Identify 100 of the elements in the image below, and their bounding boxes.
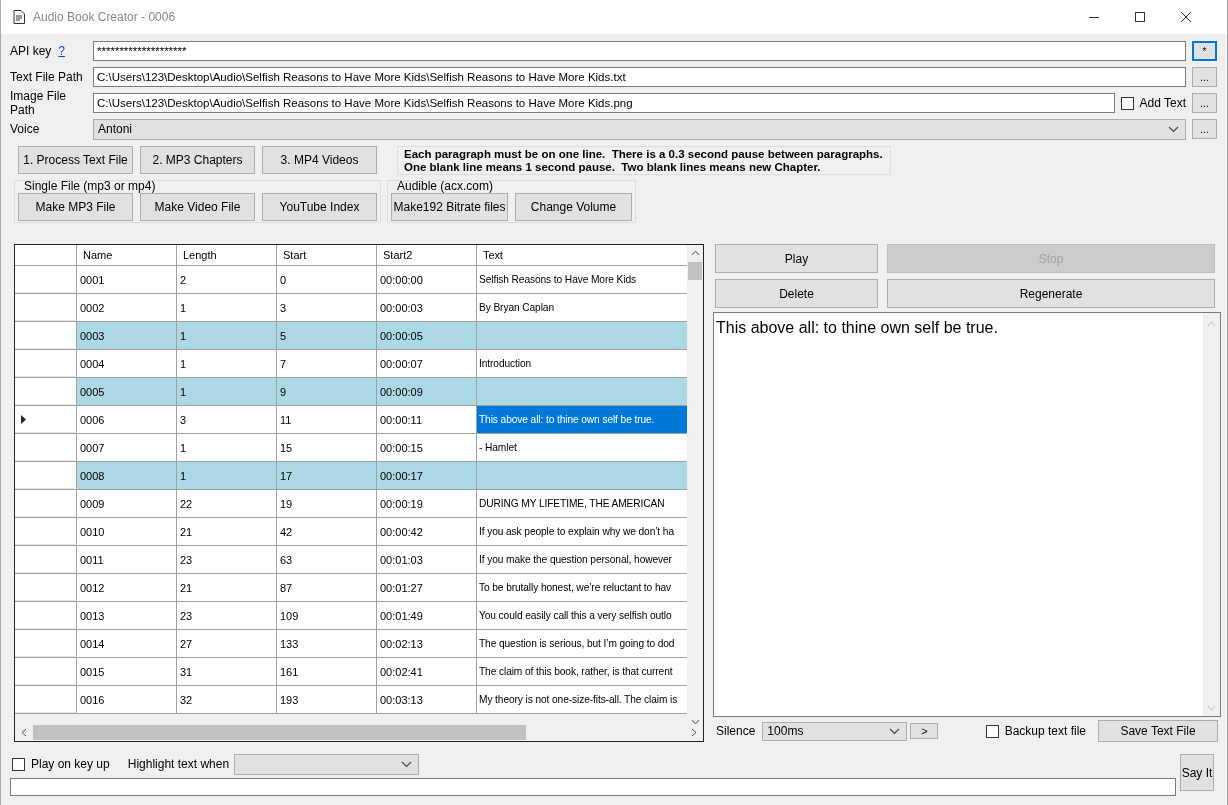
vertical-scrollbar[interactable] xyxy=(1203,313,1220,716)
table-cell: 11 xyxy=(277,406,377,433)
table-cell: 1 xyxy=(177,434,277,461)
table-cell: 0011 xyxy=(77,546,177,573)
browse-button[interactable]: ... xyxy=(1192,67,1217,87)
table-cell: 19 xyxy=(277,490,377,517)
say-it-button[interactable]: Say It xyxy=(1180,754,1214,791)
action-button[interactable]: Regenerate xyxy=(887,279,1215,308)
save-button[interactable]: Save Text File xyxy=(1098,720,1218,742)
row-header[interactable] xyxy=(15,378,77,405)
silence-label: Silence xyxy=(716,724,756,738)
field-label: Text File Path xyxy=(10,70,83,84)
table-cell: 161 xyxy=(277,658,377,685)
row-header[interactable] xyxy=(15,434,77,461)
scrollbar-thumb[interactable] xyxy=(33,725,526,740)
text-field[interactable] xyxy=(10,778,1176,796)
action-button[interactable]: Make Video File xyxy=(140,193,255,221)
row-header[interactable] xyxy=(15,630,77,657)
action-button[interactable]: Make192 Bitrate files xyxy=(391,193,508,221)
table-cell: 0004 xyxy=(77,350,177,377)
table-cell: 1 xyxy=(177,462,277,489)
table-cell: 00:02:13 xyxy=(377,630,477,657)
voice-dropdown[interactable]: Antoni xyxy=(93,118,1186,140)
row-header[interactable] xyxy=(15,574,77,601)
table-cell: 1 xyxy=(177,378,277,405)
table-cell: 63 xyxy=(277,546,377,573)
chevron-right-icon xyxy=(691,728,697,737)
row-header[interactable] xyxy=(15,602,77,629)
action-button[interactable]: Play xyxy=(715,244,878,273)
action-button[interactable]: Delete xyxy=(715,279,878,308)
table-cell: 23 xyxy=(177,602,277,629)
browse-button[interactable]: * xyxy=(1192,41,1217,61)
group-title: Audible (acx.com) xyxy=(397,180,495,192)
table-cell: 22 xyxy=(177,490,277,517)
browse-button[interactable]: ... xyxy=(1192,93,1217,113)
table-cell: 0001 xyxy=(77,266,177,293)
vertical-scrollbar[interactable] xyxy=(687,245,703,725)
table-cell: 0002 xyxy=(77,294,177,321)
row-header[interactable] xyxy=(15,546,77,573)
scrollbar-thumb[interactable] xyxy=(688,262,702,280)
table-cell: This above all: to thine own self be true. xyxy=(477,406,688,433)
checkbox-label: Backup text file xyxy=(1004,724,1086,738)
help-link[interactable]: ? xyxy=(58,44,66,58)
chevron-down-icon xyxy=(889,727,901,735)
chevron-down-icon xyxy=(401,760,413,768)
table-cell: 0006 xyxy=(77,406,177,433)
table-cell: 3 xyxy=(177,406,277,433)
chevron-up-icon xyxy=(1207,321,1216,327)
field-label: Highlight text when xyxy=(127,757,230,771)
path-field[interactable]: C:\Users\123\Desktop\Audio\Selfish Reasons to Have More Kids\Selfish Reasons to Have More Kids.txt xyxy=(93,67,1186,87)
path-field[interactable]: C:\Users\123\Desktop\Audio\Selfish Reasons to Have More Kids\Selfish Reasons to Have More Kids.png xyxy=(93,93,1115,113)
chevron-up-icon xyxy=(690,250,700,256)
instruction-text: One blank line means 1 second pause. Two blank lines means new Chapter. xyxy=(404,161,822,174)
table-cell: 0012 xyxy=(77,574,177,601)
table-cell: 00:00:00 xyxy=(377,266,477,293)
checkbox[interactable] xyxy=(985,724,999,738)
row-header[interactable] xyxy=(15,406,77,433)
table-cell: 00:00:11 xyxy=(377,406,477,433)
table-cell: 87 xyxy=(277,574,377,601)
row-header[interactable] xyxy=(15,462,77,489)
table-cell: 0016 xyxy=(77,686,177,713)
close-icon xyxy=(1181,12,1191,22)
row-header[interactable] xyxy=(15,322,77,349)
editor-text: This above all: to thine own self be true. xyxy=(715,318,999,338)
table-cell: 00:00:15 xyxy=(377,434,477,461)
checkbox[interactable] xyxy=(12,757,25,771)
row-header[interactable] xyxy=(15,658,77,685)
action-button[interactable]: YouTube Index xyxy=(262,193,377,221)
row-header[interactable] xyxy=(15,518,77,545)
table-cell: 00:01:49 xyxy=(377,602,477,629)
table-cell: 21 xyxy=(177,574,277,601)
next-button[interactable]: > xyxy=(910,723,939,739)
table-cell: 00:00:19 xyxy=(377,490,477,517)
table-cell: 0007 xyxy=(77,434,177,461)
table-cell: 0015 xyxy=(77,658,177,685)
browse-button[interactable]: ... xyxy=(1192,119,1217,139)
action-button[interactable]: 3. MP4 Videos xyxy=(262,146,377,174)
row-header[interactable] xyxy=(15,266,77,293)
action-button[interactable]: 1. Process Text File xyxy=(18,146,133,174)
table-cell: 7 xyxy=(277,350,377,377)
row-header[interactable] xyxy=(15,490,77,517)
api-key-field[interactable]: ******************** xyxy=(93,41,1186,61)
silence-dropdown[interactable]: 100ms xyxy=(762,721,908,741)
row-header[interactable] xyxy=(15,686,77,713)
row-header[interactable] xyxy=(15,350,77,377)
action-button[interactable]: 2. MP3 Chapters xyxy=(140,146,255,174)
table-cell: 1 xyxy=(177,322,277,349)
row-header[interactable] xyxy=(15,294,77,321)
table-cell: 0013 xyxy=(77,602,177,629)
checkbox[interactable] xyxy=(1120,96,1134,110)
action-button[interactable]: Make MP3 File xyxy=(18,193,133,221)
table-cell: 0008 xyxy=(77,462,177,489)
text-editor[interactable]: This above all: to thine own self be true. xyxy=(713,312,1221,717)
table-cell: 0009 xyxy=(77,490,177,517)
table-cell: 1 xyxy=(177,294,277,321)
current-row-icon xyxy=(21,414,26,424)
table-cell: 27 xyxy=(177,630,277,657)
table-cell: 0010 xyxy=(77,518,177,545)
action-button[interactable]: Change Volume xyxy=(515,193,632,221)
highlight-dropdown[interactable] xyxy=(234,753,420,775)
